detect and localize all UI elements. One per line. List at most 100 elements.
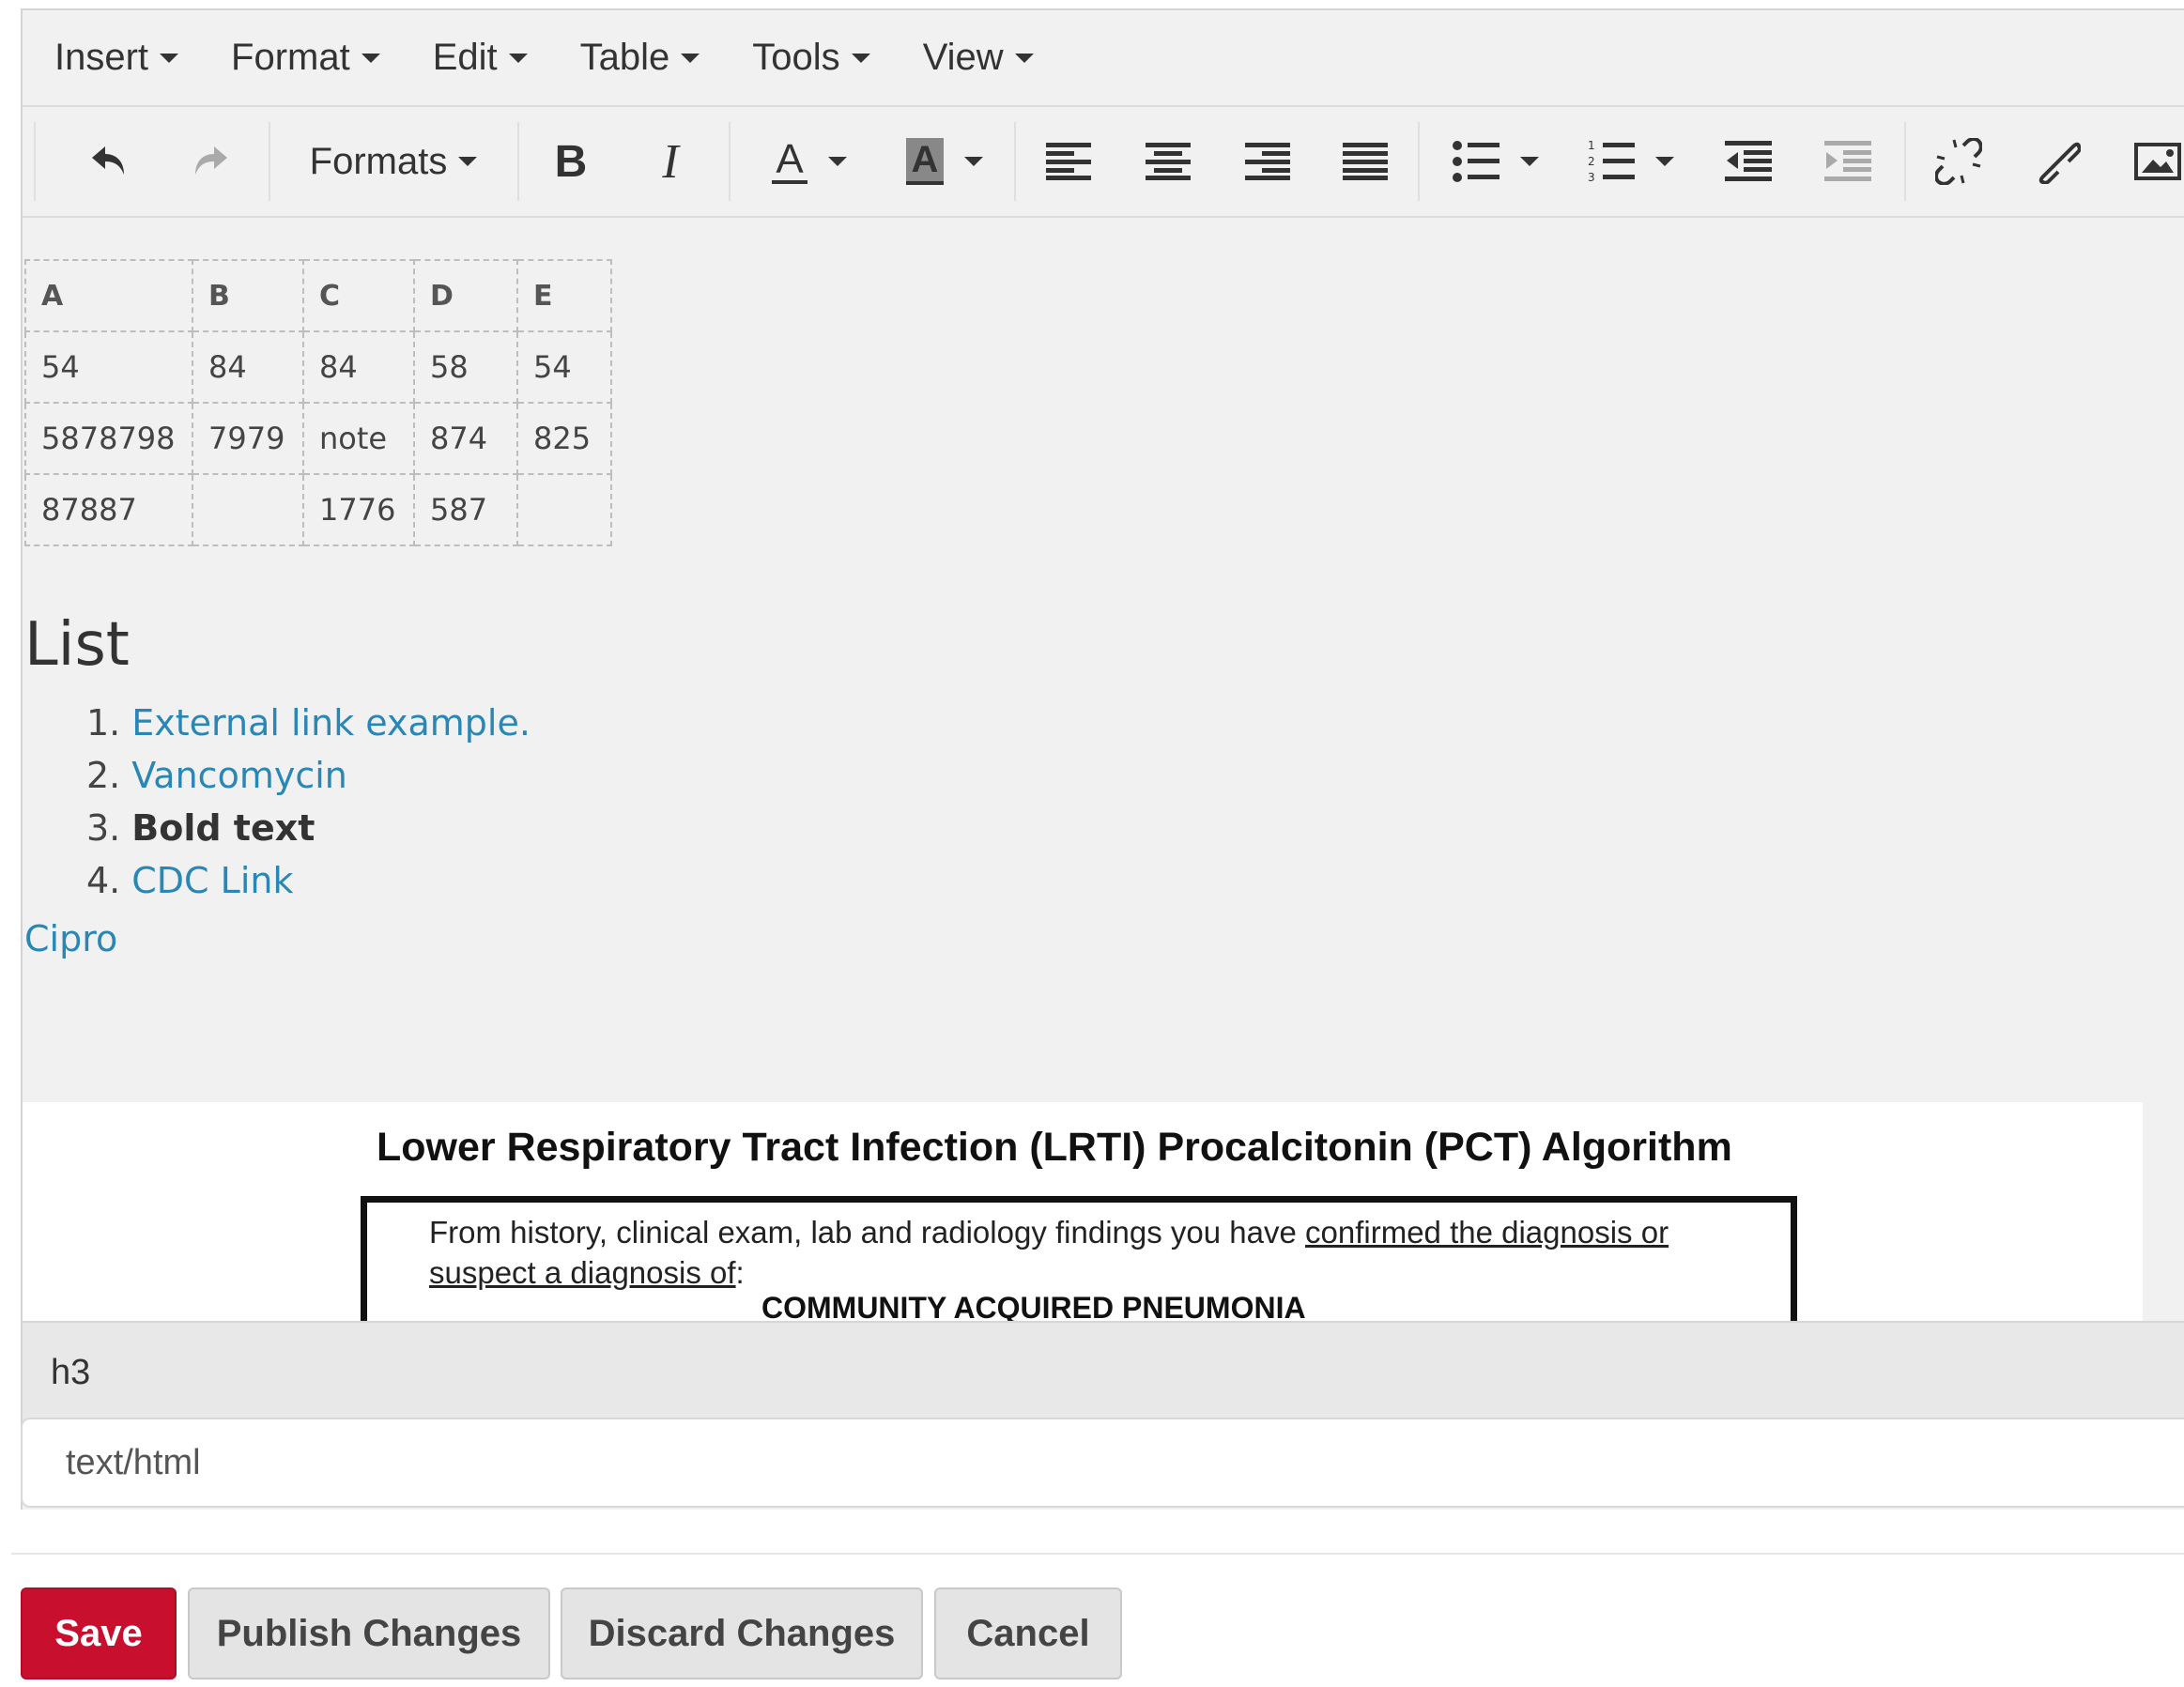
embedded-algorithm-image[interactable]: Lower Respiratory Tract Infection (LRTI)… [23, 1102, 2143, 1321]
background-color-icon: A [905, 138, 945, 185]
element-path[interactable]: h3 [51, 1353, 90, 1393]
list-item: 2. Vancomycin [86, 755, 347, 796]
table-cell [192, 473, 304, 546]
text-color-button[interactable]: A [744, 126, 875, 197]
table-row: 54 84 84 58 54 [24, 330, 612, 404]
table-cell: 1776 [302, 473, 415, 546]
align-center-icon [1146, 143, 1191, 180]
cancel-button[interactable]: Cancel [934, 1587, 1122, 1679]
table-header-cell: A [24, 259, 193, 332]
rich-text-editor: Insert Format Edit Table Tools View Form… [21, 8, 2184, 1510]
toolbar-separator [729, 122, 731, 201]
chevron-down-icon [964, 157, 984, 166]
link-icon [2038, 142, 2081, 184]
mimetype-field[interactable]: text/html [21, 1418, 2184, 1508]
editor-content[interactable]: A B C D E 54 84 84 58 54 5878798 7979 no… [23, 218, 2184, 1321]
text-color-icon: A [772, 139, 807, 184]
data-table: A B C D E 54 84 84 58 54 5878798 7979 no… [24, 259, 612, 546]
table-header-cell: C [302, 259, 415, 332]
chevron-down-icon [160, 53, 179, 63]
divider [11, 1553, 2184, 1555]
menu-format[interactable]: Format [231, 37, 380, 79]
table-cell: 5878798 [24, 402, 193, 475]
chevron-down-icon [681, 53, 700, 63]
align-left-icon [1046, 143, 1091, 180]
undo-icon [92, 146, 124, 175]
image-icon [2134, 143, 2181, 180]
chevron-down-icon [458, 157, 478, 166]
align-center-button[interactable] [1132, 126, 1204, 197]
list-heading: List [24, 610, 130, 680]
menu-view[interactable]: View [923, 37, 1034, 79]
list-item: 3. Bold text [86, 807, 315, 849]
indent-button[interactable] [1812, 126, 1884, 197]
cipro-link[interactable]: Cipro [24, 918, 117, 959]
table-cell: 54 [516, 330, 612, 404]
table-cell: note [302, 402, 415, 475]
toolbar-separator [269, 122, 270, 201]
table-cell: 84 [302, 330, 415, 404]
publish-changes-button[interactable]: Publish Changes [188, 1587, 550, 1679]
chevron-down-icon [827, 157, 847, 166]
menubar: Insert Format Edit Table Tools View [23, 10, 2184, 107]
bullet-list-icon [1453, 141, 1500, 182]
link-button[interactable] [2023, 126, 2094, 197]
algorithm-text: From history, clinical exam, lab and rad… [429, 1215, 1669, 1290]
table-row: 87887 1776 587 [24, 473, 612, 546]
toolbar-separator [34, 122, 36, 201]
svg-text:3: 3 [1588, 171, 1595, 184]
table-header-row: A B C D E [24, 259, 612, 332]
table-cell: 874 [413, 402, 518, 475]
italic-icon: I [662, 134, 679, 189]
menu-insert[interactable]: Insert [54, 37, 179, 79]
list-item: 1. External link example. [86, 702, 531, 744]
algorithm-subheading: COMMUNITY ACQUIRED PNEUMONIA [761, 1291, 1306, 1321]
align-justify-button[interactable] [1330, 126, 1401, 197]
numbered-list-icon: 1 2 3 [1588, 139, 1635, 184]
discard-changes-button[interactable]: Discard Changes [561, 1587, 923, 1679]
mimetype-value: text/html [66, 1442, 201, 1482]
bullet-list-button[interactable] [1435, 126, 1557, 197]
toolbar: Formats B I A A 1 2 3 [23, 109, 2184, 218]
external-link-example[interactable]: External link example. [131, 702, 531, 744]
align-right-icon [1245, 143, 1290, 180]
menu-table[interactable]: Table [580, 37, 700, 79]
formats-dropdown[interactable]: Formats [285, 126, 501, 197]
save-button[interactable]: Save [21, 1587, 177, 1679]
table-cell: 54 [24, 330, 193, 404]
svg-text:1: 1 [1588, 139, 1595, 152]
element-path-statusbar: h3 [23, 1321, 2184, 1424]
chevron-down-icon [1014, 53, 1034, 63]
svg-text:2: 2 [1588, 155, 1595, 168]
menu-edit[interactable]: Edit [433, 37, 528, 79]
toolbar-separator [1418, 122, 1420, 201]
table-cell: 587 [413, 473, 518, 546]
indent-icon [1824, 141, 1871, 181]
algorithm-title: Lower Respiratory Tract Infection (LRTI)… [377, 1125, 1732, 1170]
background-color-button[interactable]: A [879, 126, 1010, 197]
table-cell: 7979 [192, 402, 304, 475]
table-row: 5878798 7979 note 874 825 [24, 402, 612, 475]
outdent-button[interactable] [1713, 126, 1784, 197]
cdc-link[interactable]: CDC Link [131, 860, 293, 901]
unlink-icon [1935, 138, 1982, 185]
undo-button[interactable] [71, 126, 146, 197]
align-right-button[interactable] [1232, 126, 1303, 197]
toolbar-separator [1904, 122, 1906, 201]
table-cell: 87887 [24, 473, 193, 546]
bold-button[interactable]: B [535, 126, 607, 197]
italic-button[interactable]: I [635, 126, 706, 197]
chevron-down-icon [1520, 157, 1539, 166]
unlink-button[interactable] [1923, 126, 1994, 197]
list-item: 4. CDC Link [86, 860, 294, 901]
align-justify-icon [1343, 143, 1388, 180]
vancomycin-link[interactable]: Vancomycin [131, 755, 347, 796]
table-header-cell: E [516, 259, 612, 332]
toolbar-separator [1014, 122, 1016, 201]
align-left-button[interactable] [1033, 126, 1104, 197]
numbered-list-button[interactable]: 1 2 3 [1570, 126, 1692, 197]
menu-tools[interactable]: Tools [752, 37, 870, 79]
table-header-cell: B [192, 259, 304, 332]
redo-button[interactable] [173, 126, 248, 197]
image-button[interactable] [2122, 126, 2184, 197]
